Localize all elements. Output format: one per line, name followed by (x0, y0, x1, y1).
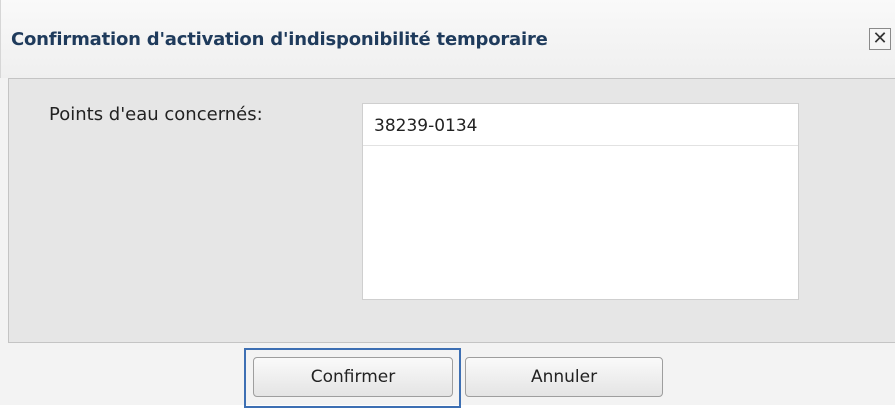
confirm-button[interactable]: Confirmer (253, 357, 453, 397)
dialog-titlebar[interactable]: Confirmation d'activation d'indisponibil… (0, 0, 895, 78)
water-points-list[interactable]: 38239-0134 (362, 103, 799, 300)
confirmation-dialog: Confirmation d'activation d'indisponibil… (0, 0, 895, 408)
water-points-label: Points d'eau concernés: (49, 104, 263, 125)
close-icon: ✕ (872, 28, 888, 49)
dialog-title: Confirmation d'activation d'indisponibil… (11, 29, 548, 50)
cancel-button[interactable]: Annuler (465, 357, 663, 397)
close-button[interactable]: ✕ (869, 28, 891, 50)
dialog-footer: Confirmer Annuler (0, 343, 895, 408)
dialog-body: Points d'eau concernés: 38239-0134 (8, 78, 895, 343)
list-item[interactable]: 38239-0134 (363, 104, 798, 146)
